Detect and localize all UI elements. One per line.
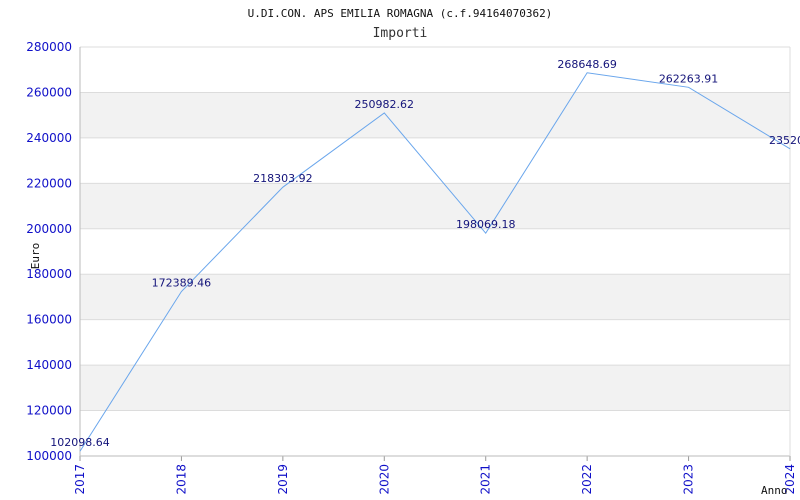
data-label: 198069.18 xyxy=(456,218,516,231)
x-tick-label: 2022 xyxy=(580,464,594,495)
data-label: 262263.91 xyxy=(659,72,719,85)
x-tick-label: 2019 xyxy=(276,464,290,495)
data-label: 268648.69 xyxy=(557,58,617,71)
x-tick-label: 2023 xyxy=(682,464,696,495)
y-tick-label: 160000 xyxy=(26,313,72,327)
x-tick-label: 2020 xyxy=(377,464,391,495)
y-tick-label: 220000 xyxy=(26,176,72,190)
data-label: 218303.92 xyxy=(253,172,313,185)
x-tick-label: 2021 xyxy=(479,464,493,495)
x-axis-title: Anno xyxy=(761,484,788,497)
y-tick-label: 140000 xyxy=(26,358,72,372)
x-tick-labels: 2017 2018 2019 2020 2021 2022 2023 2024 xyxy=(73,464,797,495)
grid-band xyxy=(80,365,790,411)
y-tick-label: 280000 xyxy=(26,40,72,54)
y-tick-label: 200000 xyxy=(26,222,72,236)
chart-subtitle: Importi xyxy=(373,26,428,41)
data-label: 250982.62 xyxy=(355,98,415,111)
y-tick-label: 260000 xyxy=(26,85,72,99)
x-tick-marks xyxy=(79,456,791,461)
y-tick-label: 240000 xyxy=(26,131,72,145)
grid-bands xyxy=(80,92,790,411)
data-label: 172389.46 xyxy=(152,277,212,290)
y-tick-label: 100000 xyxy=(26,449,72,463)
data-label: 102098.64 xyxy=(50,436,110,449)
y-axis-title: Euro xyxy=(29,243,42,270)
x-tick-label: 2017 xyxy=(73,464,87,495)
chart: 1000001200001400001600001800002000002200… xyxy=(26,7,800,497)
chart-title: U.DI.CON. APS EMILIA ROMAGNA (c.f.941640… xyxy=(248,7,553,20)
grid-band xyxy=(80,92,790,138)
data-label: 235205 xyxy=(769,134,800,147)
x-tick-label: 2018 xyxy=(174,464,188,495)
y-tick-label: 120000 xyxy=(26,404,72,418)
grid-band xyxy=(80,183,790,229)
